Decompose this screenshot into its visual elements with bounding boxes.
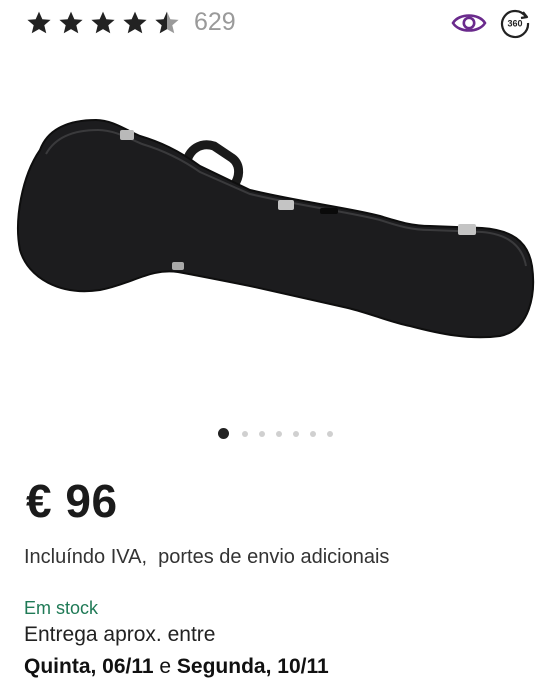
delivery-date-to: Segunda, 10/11 (176, 655, 329, 678)
tax-shipping-note: Incluíndo IVA, portes de envio adicionai… (24, 546, 390, 568)
rating-stars[interactable] (26, 10, 186, 36)
product-price: € 96 (26, 475, 118, 527)
star-icon (123, 11, 147, 34)
product-image[interactable] (0, 90, 555, 420)
pagination-dot[interactable] (242, 430, 248, 437)
star-icon (91, 11, 115, 34)
pagination-dot[interactable] (310, 430, 316, 437)
stock-status: Em stock (24, 598, 99, 618)
image-pagination[interactable] (218, 428, 344, 439)
pagination-dot[interactable] (276, 430, 282, 437)
eye-icon[interactable] (451, 9, 487, 37)
rating-count[interactable]: 629 (194, 8, 236, 37)
top-bar: 629 360 (0, 0, 555, 48)
view-360-label: 360 (507, 19, 522, 29)
delivery-date-from: Quinta, 06/11 (24, 655, 154, 678)
delivery-date-connector: e (153, 655, 177, 678)
pagination-dot[interactable] (327, 430, 333, 437)
pagination-dot[interactable] (259, 430, 265, 437)
delivery-dates: Quinta, 06/11 e Segunda, 10/11 (24, 655, 329, 679)
star-icon (27, 11, 51, 34)
star-icon (59, 11, 83, 34)
half-star-icon (155, 11, 179, 34)
pagination-dot-active[interactable] (218, 428, 229, 439)
delivery-label: Entrega aprox. entre (24, 623, 216, 646)
pagination-dot[interactable] (293, 430, 299, 437)
view-360-icon[interactable]: 360 (499, 7, 531, 39)
